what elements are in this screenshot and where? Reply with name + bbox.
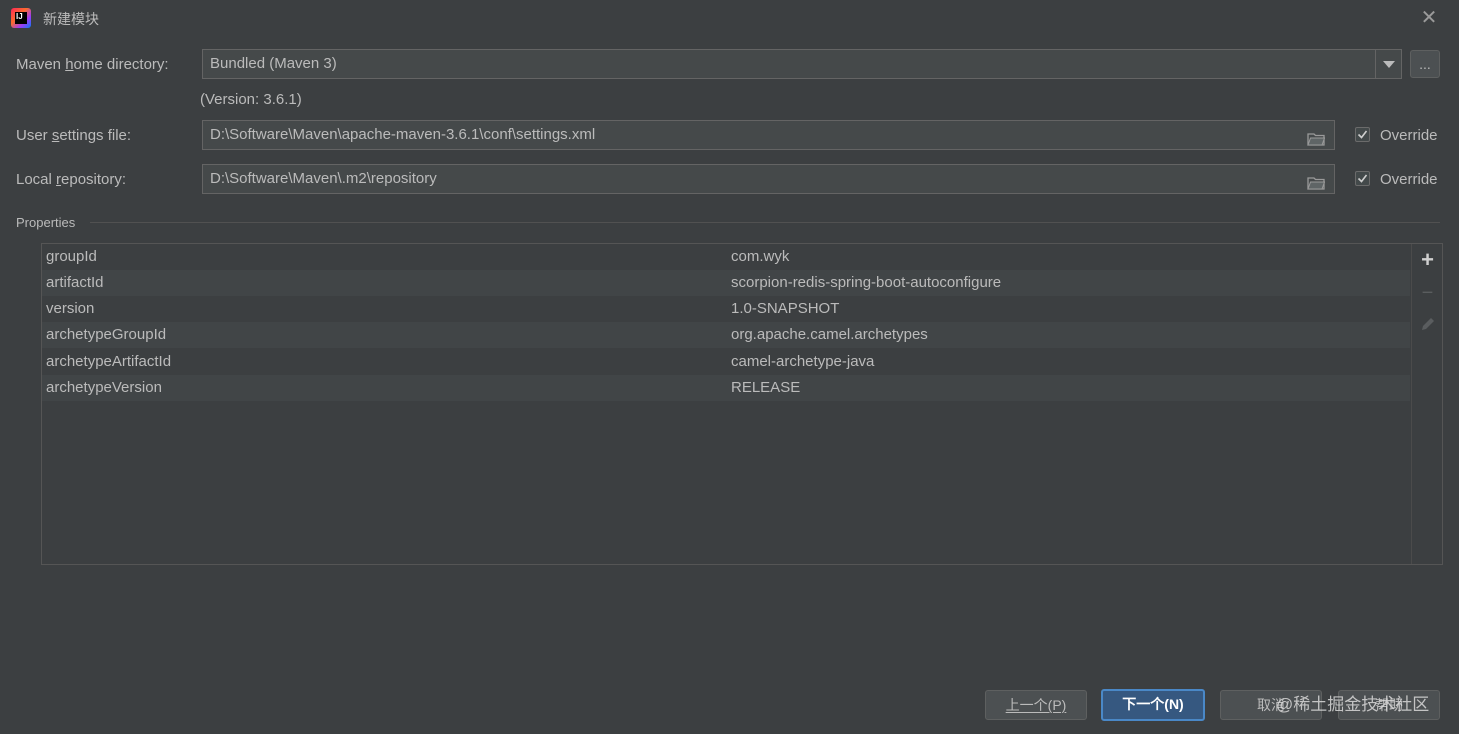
table-row[interactable]: archetypeGroupId org.apache.camel.archet… <box>42 322 1410 348</box>
maven-version-text: (Version: 3.6.1) <box>200 91 302 108</box>
property-value: com.wyk <box>731 248 790 265</box>
maven-home-label: Maven home directory: <box>16 56 169 73</box>
chevron-down-icon[interactable] <box>1375 50 1401 78</box>
local-repository-override-checkbox[interactable] <box>1355 171 1370 186</box>
close-icon[interactable]: ✕ <box>1418 7 1440 29</box>
remove-icon[interactable]: − <box>1412 280 1443 306</box>
previous-button[interactable]: 上一个(P) <box>985 690 1087 720</box>
property-value: camel-archetype-java <box>731 353 875 370</box>
browse-maven-home-button[interactable]: ... <box>1410 50 1440 78</box>
next-button[interactable]: 下一个(N) <box>1101 689 1205 721</box>
intellij-logo-icon: IJ <box>11 8 31 28</box>
window-title: 新建模块 <box>43 11 99 27</box>
property-value: scorpion-redis-spring-boot-autoconfigure <box>731 274 1002 291</box>
table-row[interactable]: archetypeArtifactId camel-archetype-java <box>42 349 1410 375</box>
table-row[interactable]: archetypeVersion RELEASE <box>42 375 1410 401</box>
local-repository-input[interactable]: D:\Software\Maven\.m2\repository <box>202 164 1335 194</box>
properties-table[interactable]: groupId com.wyk artifactId scorpion-redi… <box>42 244 1410 564</box>
user-settings-override-checkbox[interactable] <box>1355 127 1370 142</box>
previous-button-label: 上一个(P) <box>1005 697 1067 713</box>
folder-icon[interactable] <box>1307 172 1326 200</box>
property-key: archetypeGroupId <box>46 326 167 343</box>
edit-pencil-icon[interactable] <box>1412 311 1443 337</box>
title-bar <box>0 0 1459 36</box>
user-settings-override-label: Override <box>1380 127 1438 144</box>
table-row[interactable]: version 1.0-SNAPSHOT <box>42 296 1410 322</box>
table-row[interactable]: groupId com.wyk <box>42 244 1410 270</box>
property-key: version <box>46 300 95 317</box>
property-value: RELEASE <box>731 379 801 396</box>
properties-section-title: Properties <box>16 215 76 230</box>
local-repository-value: D:\Software\Maven\.m2\repository <box>210 170 437 187</box>
property-key: archetypeVersion <box>46 379 162 396</box>
properties-toolbar: + − <box>1411 244 1442 564</box>
user-settings-label: User settings file: <box>16 127 132 144</box>
property-value: org.apache.camel.archetypes <box>731 326 928 343</box>
next-button-label: 下一个(N) <box>1122 696 1184 712</box>
maven-home-value: Bundled (Maven 3) <box>210 55 337 72</box>
property-key: artifactId <box>46 274 104 291</box>
folder-icon[interactable] <box>1307 128 1326 156</box>
user-settings-input[interactable]: D:\Software\Maven\apache-maven-3.6.1\con… <box>202 120 1335 150</box>
maven-home-combobox[interactable]: Bundled (Maven 3) <box>202 49 1402 79</box>
local-repository-label: Local repository: <box>16 171 127 188</box>
property-key: groupId <box>46 248 97 265</box>
add-icon[interactable]: + <box>1412 247 1443 273</box>
property-key: archetypeArtifactId <box>46 353 172 370</box>
user-settings-value: D:\Software\Maven\apache-maven-3.6.1\con… <box>210 126 596 143</box>
table-row[interactable]: artifactId scorpion-redis-spring-boot-au… <box>42 270 1410 296</box>
section-divider <box>90 222 1440 223</box>
property-value: 1.0-SNAPSHOT <box>731 300 840 317</box>
local-repository-override-label: Override <box>1380 171 1438 188</box>
watermark: @稀土掘金技术社区 <box>1276 695 1430 714</box>
